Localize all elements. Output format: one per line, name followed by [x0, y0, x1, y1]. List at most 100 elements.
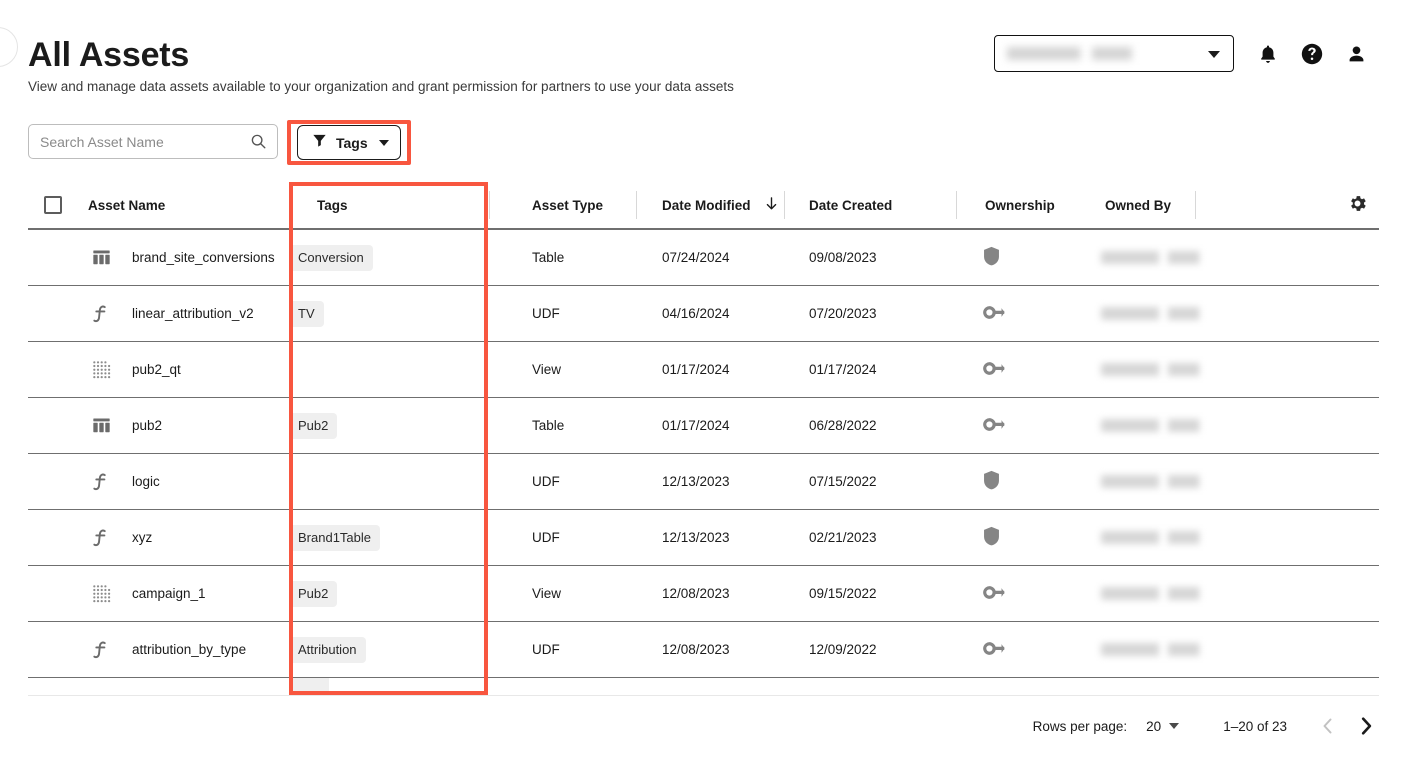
- tag-chip[interactable]: Conversion: [289, 244, 373, 271]
- table-row[interactable]: [28, 678, 1379, 696]
- row-select-checkbox[interactable]: [28, 454, 88, 510]
- cell-tags: Conversion: [289, 230, 489, 286]
- table-row[interactable]: pub2 Pub2 Table 01/17/2024 06/28/2022: [28, 398, 1379, 454]
- column-label: Tags: [317, 197, 348, 213]
- asset-name-text: xyz: [132, 530, 153, 545]
- column-divider: [784, 191, 785, 219]
- key-icon: [983, 585, 1005, 603]
- table-row[interactable]: xyz Brand1Table UDF 12/13/2023 02/21/2023: [28, 510, 1379, 566]
- cell-date-created: 12/09/2022: [809, 642, 877, 657]
- account-person-icon[interactable]: [1342, 40, 1370, 68]
- cell-asset-type: UDF: [532, 530, 560, 545]
- caret-down-icon[interactable]: [1169, 723, 1180, 729]
- column-header-owned-by[interactable]: Owned By: [1083, 181, 1225, 229]
- cell-asset-type: UDF: [532, 474, 560, 489]
- page-title: All Assets: [28, 36, 190, 74]
- search-input[interactable]: Search Asset Name: [28, 124, 278, 159]
- column-header-date-created[interactable]: Date Created: [784, 181, 956, 229]
- cell-owned-by: [1083, 566, 1225, 622]
- asset-name-text: campaign_1: [132, 586, 206, 601]
- organization-selector-value: [1007, 47, 1167, 60]
- back-nav-circle[interactable]: [0, 27, 18, 67]
- tag-chip[interactable]: TV: [289, 300, 324, 327]
- column-header-date-modified[interactable]: Date Modified: [636, 181, 784, 229]
- cell-owned-by: [1083, 454, 1225, 510]
- chevron-left-icon[interactable]: [1317, 715, 1339, 737]
- table-row[interactable]: brand_site_conversions Conversion Table 07/…: [28, 230, 1379, 286]
- column-label: Owned By: [1105, 197, 1172, 213]
- cell-owned-by: [1083, 622, 1225, 678]
- owned-by-value: [1101, 251, 1213, 264]
- row-select-checkbox[interactable]: [28, 566, 88, 622]
- table-row[interactable]: attribution_by_type Attribution UDF 12/08/2…: [28, 622, 1379, 678]
- function-icon: [88, 304, 114, 324]
- table-icon: [88, 248, 114, 267]
- cell-date-modified: 12/13/2023: [662, 530, 730, 545]
- bell-icon[interactable]: [1254, 40, 1282, 68]
- column-header-tags[interactable]: Tags: [289, 181, 489, 229]
- cell-ownership: [956, 622, 1083, 678]
- key-icon: [983, 305, 1005, 323]
- row-select-checkbox[interactable]: [28, 622, 88, 678]
- cell-asset-name: logic: [88, 454, 289, 510]
- asset-name-text: attribution_by_type: [132, 642, 247, 657]
- column-label: Date Modified: [662, 197, 751, 213]
- table-row[interactable]: pub2_qt View 01/17/2024 01/17/2024: [28, 342, 1379, 398]
- cell-owned-by: [1083, 286, 1225, 342]
- cell-asset-type: View: [532, 586, 562, 601]
- row-select-checkbox[interactable]: [28, 510, 88, 566]
- rows-per-page-value[interactable]: 20: [1146, 719, 1161, 734]
- shield-icon: [983, 246, 1000, 269]
- help-circle-icon[interactable]: [1298, 40, 1326, 68]
- cell-ownership: [956, 398, 1083, 454]
- column-header-asset-name[interactable]: Asset Name: [88, 181, 289, 229]
- select-all-checkbox[interactable]: [28, 181, 88, 229]
- tags-filter-button[interactable]: Tags: [297, 125, 401, 160]
- tag-chip[interactable]: [289, 678, 329, 695]
- cell-ownership: [956, 342, 1083, 398]
- table-pagination: Rows per page: 20 1–20 of 23: [0, 706, 1407, 746]
- tag-chip[interactable]: Attribution: [289, 636, 366, 663]
- cell-date-created: 01/17/2024: [809, 362, 877, 377]
- cell-tags: [289, 454, 489, 510]
- cell-owned-by: [1083, 398, 1225, 454]
- cell-ownership: [956, 286, 1083, 342]
- table-icon: [88, 416, 114, 435]
- key-icon: [983, 361, 1005, 379]
- organization-selector[interactable]: [994, 35, 1234, 72]
- cell-date-created: 07/20/2023: [809, 306, 877, 321]
- cell-date-modified: 12/08/2023: [662, 642, 730, 657]
- table-row[interactable]: campaign_1 Pub2 View 12/08/2023 09/15/2022: [28, 566, 1379, 622]
- cell-date-modified: 01/17/2024: [662, 362, 730, 377]
- row-select-checkbox[interactable]: [28, 286, 88, 342]
- cell-asset-name: linear_attribution_v2: [88, 286, 289, 342]
- cell-date-modified: 12/08/2023: [662, 586, 730, 601]
- cell-date-modified: 12/13/2023: [662, 474, 730, 489]
- tag-chip[interactable]: Brand1Table: [289, 524, 380, 551]
- cell-tags: Attribution: [289, 622, 489, 678]
- asset-name-text: pub2_qt: [132, 362, 181, 377]
- chevron-right-icon[interactable]: [1355, 715, 1377, 737]
- column-header-asset-type[interactable]: Asset Type: [489, 181, 636, 229]
- tag-chip[interactable]: Pub2: [289, 412, 338, 439]
- cell-asset-name: pub2_qt: [88, 342, 289, 398]
- gear-icon: [1347, 193, 1368, 217]
- row-select-checkbox[interactable]: [28, 230, 88, 286]
- row-select-checkbox[interactable]: [28, 342, 88, 398]
- pagination-range: 1–20 of 23: [1223, 718, 1287, 734]
- table-settings-button[interactable]: [1195, 181, 1379, 229]
- cell-owned-by: [1083, 342, 1225, 398]
- shield-icon: [983, 470, 1000, 493]
- cell-date-created: 02/21/2023: [809, 530, 877, 545]
- cell-asset-type: UDF: [532, 306, 560, 321]
- table-row[interactable]: linear_attribution_v2 TV UDF 04/16/2024 07/2…: [28, 286, 1379, 342]
- column-header-ownership[interactable]: Ownership: [956, 181, 1083, 229]
- cell-asset-name: xyz: [88, 510, 289, 566]
- table-row[interactable]: logic UDF 12/13/2023 07/15/2022: [28, 454, 1379, 510]
- cell-asset-name: campaign_1: [88, 566, 289, 622]
- row-select-checkbox[interactable]: [28, 398, 88, 454]
- owned-by-value: [1101, 531, 1213, 544]
- cell-asset-name: attribution_by_type: [88, 622, 289, 678]
- tag-chip[interactable]: Pub2: [289, 580, 338, 607]
- shield-icon: [983, 526, 1000, 549]
